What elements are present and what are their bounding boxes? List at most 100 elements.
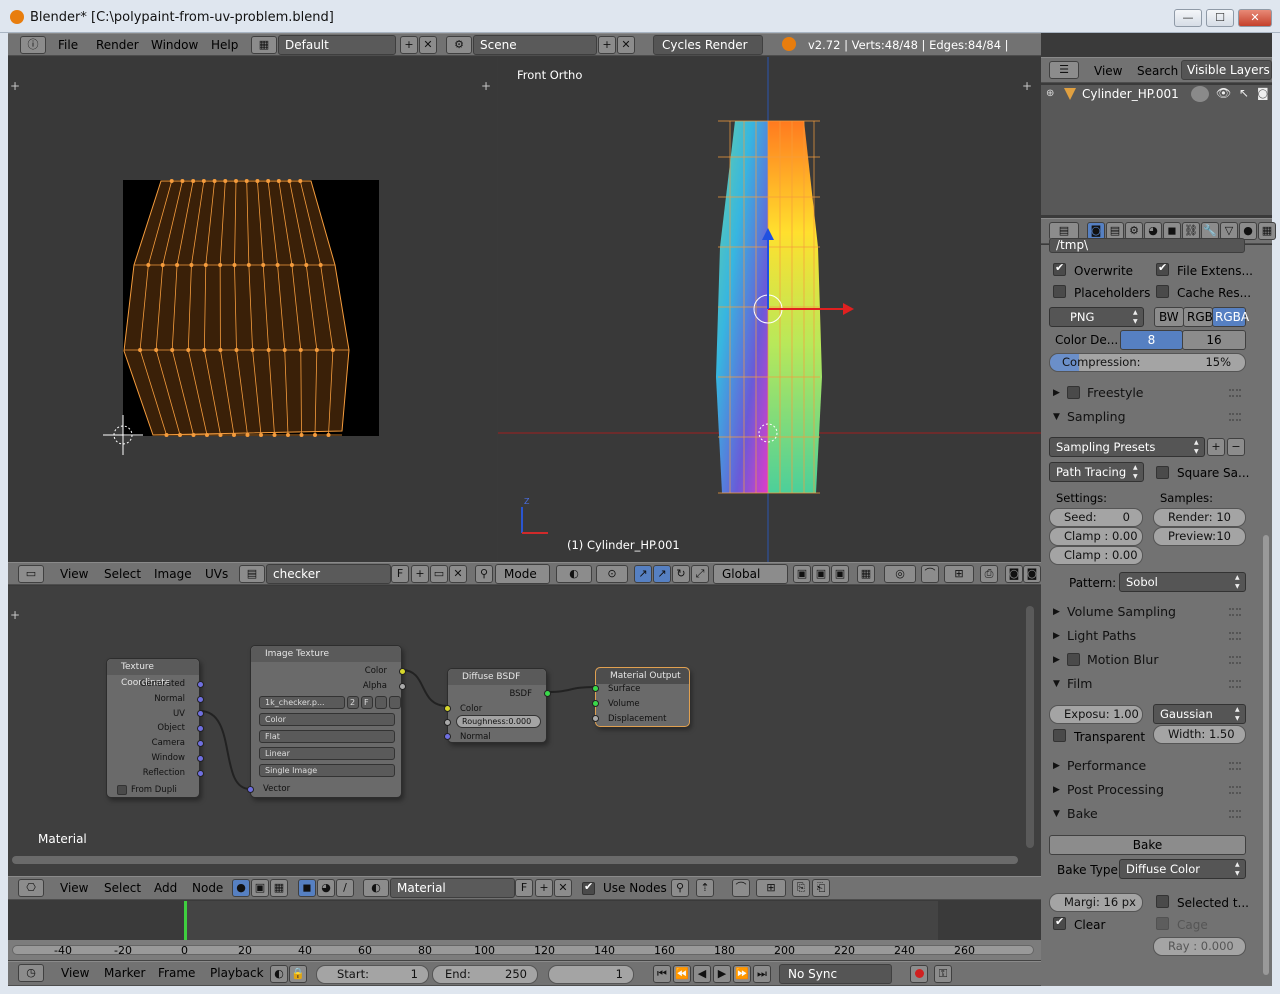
image-users[interactable]: 2 <box>347 696 359 709</box>
timeline-editor-type-icon[interactable]: ◷ <box>18 964 44 982</box>
diffuse-bsdf-node[interactable]: Diffuse BSDF BSDF Color Roughness:0.000 … <box>444 668 551 743</box>
interpolation-select[interactable]: Linear <box>259 747 395 760</box>
minimize-button[interactable]: — <box>1174 9 1202 27</box>
start-frame-field[interactable]: Start: 1 <box>316 965 429 984</box>
film-panel-header[interactable]: ▼ Film <box>1049 673 1245 695</box>
camera-icon[interactable]: ◙ <box>1005 565 1023 583</box>
input-socket[interactable] <box>592 700 599 707</box>
jump-end-icon[interactable]: ⏭ <box>753 965 771 983</box>
light-paths-panel-header[interactable]: ▶ Light Paths <box>1049 625 1245 647</box>
filter-width-field[interactable]: Width: 1.50 <box>1153 725 1246 744</box>
uv-menu-uvs[interactable]: UVs <box>205 563 228 584</box>
bake-margin-field[interactable]: Margi: 16 px <box>1049 893 1143 912</box>
timeline[interactable]: -40 -20 0 20 40 60 80 100 120 140 160 18… <box>8 901 1041 961</box>
transparent-checkbox[interactable] <box>1053 729 1066 742</box>
node-editor-type-icon[interactable]: ⎔ <box>18 879 44 897</box>
output-socket[interactable] <box>197 696 204 703</box>
snap-element-icon[interactable]: ⊞ <box>756 879 786 897</box>
menu-render[interactable]: Render <box>96 34 139 55</box>
copy-nodes-icon[interactable]: ⎘ <box>792 879 810 897</box>
uv-menu-view[interactable]: View <box>60 563 88 584</box>
color-rgba-button[interactable]: RGBA <box>1212 307 1249 327</box>
viewport-shading-icon[interactable]: ◐ <box>556 565 592 583</box>
motion-blur-panel-header[interactable]: ▶ Motion Blur <box>1049 649 1245 671</box>
source-select[interactable]: Single Image <box>259 764 395 777</box>
current-frame-field[interactable]: 1 <box>548 965 634 984</box>
jump-start-icon[interactable]: ⏮ <box>653 965 671 983</box>
image-open-icon[interactable] <box>375 696 387 709</box>
snap-element-icon[interactable]: ⊞ <box>944 565 974 583</box>
proportional-edit-icon[interactable]: ◎ <box>884 565 916 583</box>
bake-type-select[interactable]: Diffuse Color <box>1119 859 1246 879</box>
uv-editor-type-icon[interactable]: ▭ <box>18 565 44 583</box>
clamp-direct-field[interactable]: Clamp : 0.00 <box>1049 527 1143 546</box>
color-depth-8-button[interactable]: 8 <box>1120 330 1183 350</box>
sampling-presets-select[interactable]: Sampling Presets <box>1049 437 1205 457</box>
menu-file[interactable]: File <box>58 34 78 55</box>
record-icon[interactable] <box>910 965 928 983</box>
use-nodes-checkbox[interactable] <box>582 880 595 895</box>
timeline-menu-marker[interactable]: Marker <box>104 962 145 985</box>
pin-icon[interactable]: ⚲ <box>671 879 689 897</box>
clamp-indirect-field[interactable]: Clamp : 0.00 <box>1049 546 1143 565</box>
outliner-menu-search[interactable]: Search <box>1137 58 1178 82</box>
material-name-field[interactable]: Material <box>390 878 515 898</box>
node-menu-node[interactable]: Node <box>192 877 223 899</box>
close-button[interactable]: ✕ <box>1238 9 1272 27</box>
input-socket[interactable] <box>592 685 599 692</box>
open-image-button[interactable]: ▭ <box>430 565 448 583</box>
uv-image-editor[interactable]: + + <box>8 57 497 562</box>
remove-layout-button[interactable]: ✕ <box>419 36 437 54</box>
texture-nodes-icon[interactable]: ▦ <box>270 879 288 897</box>
bake-panel-header[interactable]: ▼ Bake <box>1049 803 1245 825</box>
mode-select[interactable]: Mode <box>495 564 550 584</box>
play-icon[interactable]: ▶ <box>713 965 731 983</box>
texture-coordinate-node[interactable]: Texture Coordinate Generated Normal UV O… <box>106 658 204 798</box>
paste-nodes-icon[interactable]: ⎗ <box>812 879 830 897</box>
input-socket[interactable] <box>444 733 451 740</box>
keying-icon[interactable]: ◐ <box>270 965 288 983</box>
maximize-button[interactable]: ☐ <box>1206 9 1234 27</box>
render-icon[interactable]: ⎙ <box>980 565 998 583</box>
pin-icon[interactable]: ⚲ <box>475 565 493 583</box>
output-socket[interactable] <box>197 740 204 747</box>
viewport-scene[interactable] <box>498 57 1041 562</box>
keying-set-icon[interactable]: ⚿ <box>934 965 952 983</box>
exposure-field[interactable]: Exposu: 1.00 <box>1049 705 1143 724</box>
image-unlink-icon[interactable] <box>389 696 401 709</box>
display-mode-select[interactable]: Visible Layers <box>1181 60 1272 80</box>
outliner[interactable]: ⊕ Cylinder_HP.001 👁 ↖ ◙ <box>1041 85 1272 215</box>
uv-menu-select[interactable]: Select <box>104 563 141 584</box>
orientation-select[interactable]: Global <box>713 564 788 584</box>
node-menu-view[interactable]: View <box>60 877 88 899</box>
expand-icon[interactable]: ⊕ <box>1046 88 1054 99</box>
node-editor[interactable]: + Material Texture Coordinate Generated … <box>8 586 1041 876</box>
texture-tab-icon[interactable]: ▦ <box>1258 222 1276 240</box>
shader-nodes-icon[interactable]: ● <box>232 879 250 897</box>
ray-distance-field[interactable]: Ray : 0.000 <box>1153 937 1246 956</box>
play-reverse-icon[interactable]: ◀ <box>693 965 711 983</box>
3d-viewport[interactable]: Front Ortho + Z (1) Cylinder_HP.001 <box>498 57 1041 562</box>
projection-select[interactable]: Flat <box>259 730 395 743</box>
layout-field[interactable]: Default <box>278 35 396 55</box>
square-samples-checkbox[interactable] <box>1156 466 1169 479</box>
color-bw-button[interactable]: BW <box>1154 307 1184 327</box>
volume-sampling-panel-header[interactable]: ▶ Volume Sampling <box>1049 601 1245 623</box>
render-anim-icon[interactable]: ◙ <box>1023 565 1041 583</box>
layer-icon[interactable]: ▣ <box>831 565 849 583</box>
add-scene-button[interactable]: + <box>598 36 616 54</box>
prev-keyframe-icon[interactable]: ⏪ <box>673 965 691 983</box>
outliner-menu-view[interactable]: View <box>1094 58 1122 82</box>
next-keyframe-icon[interactable]: ⏩ <box>733 965 751 983</box>
image-name-field[interactable]: checker <box>266 564 391 584</box>
selectability-arrow-icon[interactable]: ↖ <box>1239 86 1249 100</box>
output-socket[interactable] <box>197 755 204 762</box>
post-processing-panel-header[interactable]: ▶ Post Processing <box>1049 779 1245 801</box>
uv-menu-image[interactable]: Image <box>154 563 192 584</box>
freestyle-panel-header[interactable]: ▶ Freestyle <box>1049 382 1245 404</box>
manipulator-icon[interactable]: ↗ <box>634 565 652 583</box>
filter-type-select[interactable]: Gaussian <box>1153 704 1246 724</box>
node-menu-add[interactable]: Add <box>154 877 177 899</box>
material-unlink-button[interactable]: ✕ <box>554 879 572 897</box>
output-socket[interactable] <box>399 683 406 690</box>
